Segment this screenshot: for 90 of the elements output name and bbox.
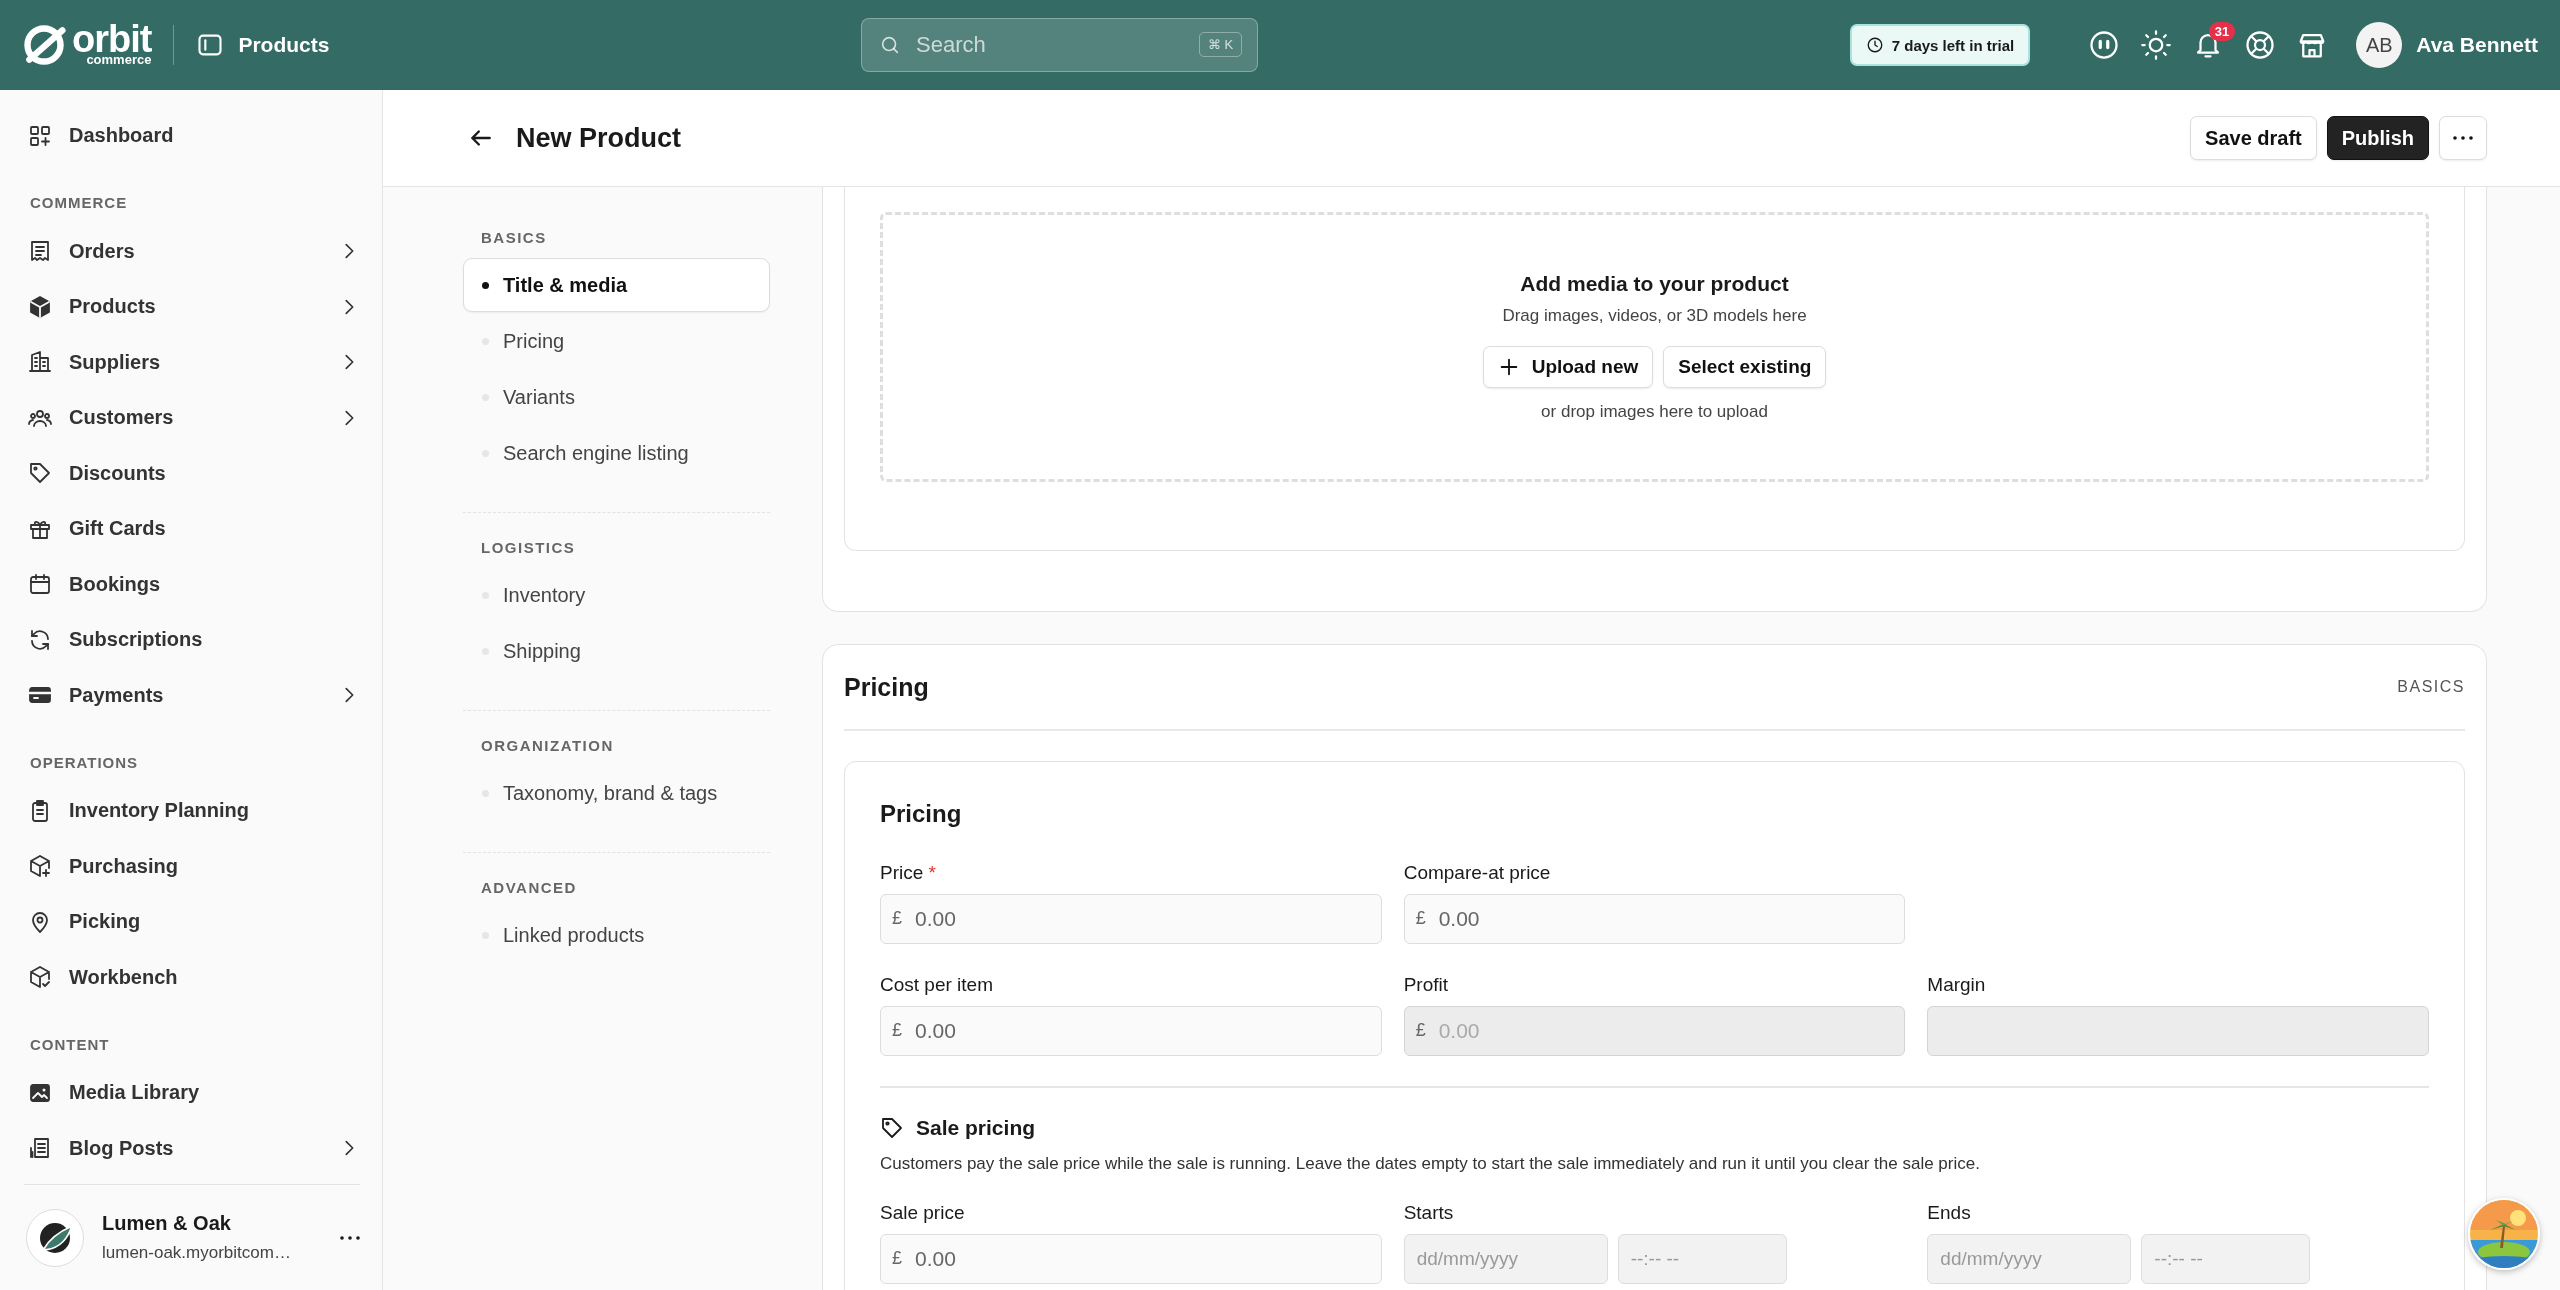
section-heading: ORGANIZATION	[480, 737, 615, 754]
tag-icon	[880, 1116, 904, 1140]
tag-icon	[28, 461, 52, 486]
sidebar-item[interactable]: Purchasing	[24, 838, 360, 894]
currency-symbol: £	[892, 1248, 902, 1269]
sidebar-item[interactable]: Workbench	[24, 949, 360, 1005]
shortcut-hint: ⌘ K	[1198, 32, 1243, 57]
currency-symbol: £	[1415, 1020, 1426, 1041]
currency-symbol: £	[892, 1020, 902, 1041]
box-icon	[28, 294, 52, 319]
drop-zone-hint: Drag images, videos, or 3D models here	[1502, 306, 1807, 326]
time-field[interactable]: --:-- --	[2141, 1234, 2311, 1284]
date-field[interactable]: dd/mm/yyyy	[1403, 1234, 1608, 1284]
store-domain: lumen-oak.myorbitcom…	[102, 1243, 292, 1263]
page-heading: New Product	[516, 122, 682, 154]
sidebar-item[interactable]: Blog Posts	[24, 1120, 360, 1176]
date-field[interactable]: dd/mm/yyyy	[1927, 1234, 2132, 1284]
section-nav-item[interactable]: Linked products	[463, 908, 770, 962]
time-field[interactable]: --:-- --	[1617, 1234, 1787, 1284]
field-label: Starts	[1403, 1202, 1455, 1224]
sidebar-item[interactable]: Discounts	[24, 445, 360, 501]
dashboard-grid-icon	[28, 123, 52, 148]
brand-tagline: commerce	[85, 54, 152, 66]
field-label: Margin	[1927, 974, 1987, 996]
sidebar-item[interactable]: Subscriptions	[24, 612, 360, 668]
sidebar-item[interactable]: Dashboard	[24, 108, 360, 164]
logo-icon	[22, 23, 66, 67]
section-nav-item[interactable]: Pricing	[463, 314, 770, 368]
select-existing-button[interactable]: Select existing	[1663, 346, 1827, 388]
receipt-icon	[28, 239, 52, 264]
sidebar-item[interactable]: Bookings	[24, 556, 360, 612]
currency-symbol: £	[892, 908, 902, 929]
card-title: Pricing	[880, 799, 963, 829]
sun-icon	[2141, 30, 2172, 60]
sidebar-item[interactable]: Suppliers	[24, 334, 360, 390]
section-nav-item[interactable]: Variants	[463, 370, 770, 424]
section-nav-item[interactable]: Shipping	[463, 624, 770, 678]
section-heading: LOGISTICS	[480, 539, 577, 556]
drop-zone-title: Add media to your product	[1520, 272, 1789, 296]
section-heading: BASICS	[480, 229, 548, 246]
box-check-icon	[28, 965, 52, 990]
building-icon	[28, 350, 52, 375]
box-plus-icon	[28, 854, 52, 879]
sidebar-heading: OPERATIONS	[30, 752, 140, 773]
field-label: Cost per item	[880, 974, 994, 996]
section-heading: ADVANCED	[480, 879, 578, 896]
refresh-icon	[28, 627, 52, 652]
sidebar-item[interactable]: Inventory Planning	[24, 783, 360, 839]
section-tag: BASICS	[2397, 678, 2465, 696]
sidebar-heading: COMMERCE	[30, 193, 129, 213]
section-nav-item[interactable]: Title & media	[463, 258, 770, 312]
more-icon	[340, 1235, 360, 1240]
section-nav-item[interactable]: Search engine listing	[463, 426, 770, 480]
drop-zone-note: or drop images here to upload	[1541, 402, 1768, 422]
sale-pricing-description: Customers pay the sale price while the sale is running. Leave the dates empty to start the sale immediately and run it until you clear the sale price.	[880, 1154, 1981, 1174]
field-label: Profit	[1403, 974, 1449, 996]
field-label: Ends	[1927, 1202, 1972, 1224]
brand-name: orbit	[72, 24, 152, 54]
field-label: Sale price	[880, 1202, 966, 1224]
lifebuoy-icon	[2245, 30, 2276, 60]
upload-button[interactable]: Upload new	[1482, 346, 1654, 388]
clock-icon	[1865, 36, 1884, 54]
more-icon	[2453, 136, 2473, 140]
document-icon	[28, 1136, 52, 1161]
publish-button[interactable]: Publish	[2326, 116, 2429, 160]
sidebar-item[interactable]: Orders	[24, 223, 360, 279]
currency-symbol: £	[1415, 908, 1426, 929]
user-avatar[interactable]: AB	[2356, 22, 2403, 68]
sidebar-item[interactable]: Products	[24, 279, 360, 335]
media-drop-zone[interactable]: Add media to your product Drag images, videos, or 3D models here Upload new Select existing or drop images here to upload	[880, 212, 2429, 482]
section-nav-item[interactable]: Taxonomy, brand & tags	[463, 766, 770, 820]
trial-badge[interactable]: 7 days left in trial	[1849, 24, 2031, 66]
page-title: Products	[238, 33, 330, 57]
section-nav-item[interactable]: Inventory	[463, 568, 770, 622]
save-draft-button[interactable]: Save draft	[2190, 116, 2317, 160]
field-label: Compare-at price	[1403, 862, 1552, 884]
sidebar-item[interactable]: Picking	[24, 894, 360, 950]
more-button[interactable]	[2439, 116, 2487, 160]
field-label: Price *	[880, 862, 937, 884]
sidebar-heading: CONTENT	[30, 1034, 111, 1055]
sidebar-item[interactable]: Gift Cards	[24, 501, 360, 557]
store-name: Lumen & Oak	[102, 1212, 232, 1235]
sidebar-item[interactable]: Customers	[24, 390, 360, 446]
calendar-icon	[28, 572, 52, 597]
section-title: Pricing	[844, 672, 929, 702]
user-name: Ava Bennett	[2416, 33, 2538, 57]
sidebar-item[interactable]: Media Library	[24, 1065, 360, 1121]
sidebar-item[interactable]: Payments	[24, 667, 360, 723]
sale-pricing-title: Sale pricing	[916, 1116, 1036, 1140]
notification-badge: 31	[2208, 22, 2236, 41]
